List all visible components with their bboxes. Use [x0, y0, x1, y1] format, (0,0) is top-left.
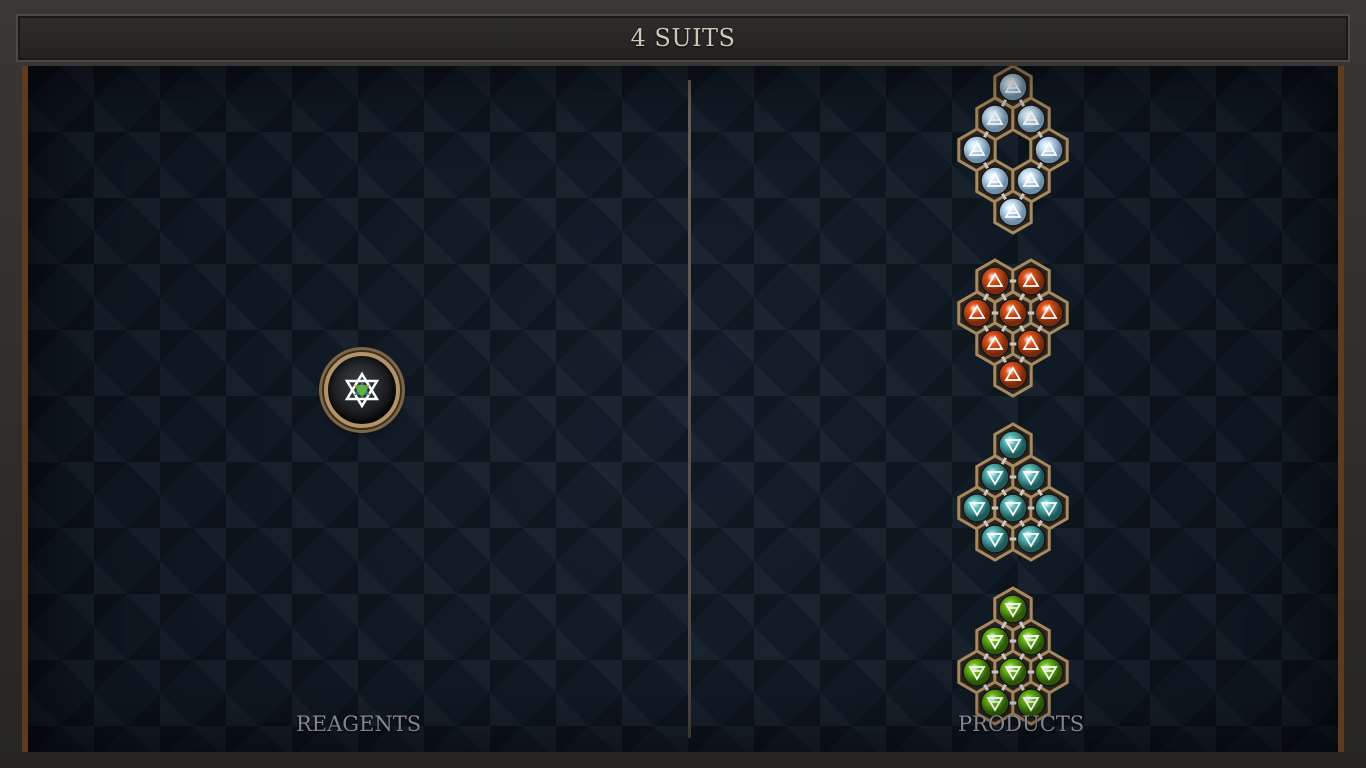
earth-atom [962, 657, 992, 687]
puzzle-board: REAGENTS PRODUCTS [22, 66, 1344, 752]
air-atom [980, 166, 1010, 196]
earth-atom [980, 626, 1010, 656]
products-label: PRODUCTS [958, 712, 1085, 736]
air-atom [998, 72, 1028, 102]
fire-atom [962, 298, 992, 328]
reagent-orb[interactable] [324, 352, 400, 428]
water-atom [1016, 462, 1046, 492]
earth-atom [998, 657, 1028, 687]
fire-atom [980, 266, 1010, 296]
puzzle-title: 4 SUITS [630, 24, 736, 52]
earth-atom [998, 594, 1028, 624]
air-atom [1034, 135, 1064, 165]
water-atom [1016, 524, 1046, 554]
air-molecule-graphic [957, 66, 1069, 235]
section-divider [688, 80, 691, 738]
fire-atom [980, 329, 1010, 359]
fire-atom [1034, 298, 1064, 328]
water-molecule-graphic [957, 422, 1069, 562]
reagents-label: REAGENTS [296, 712, 422, 736]
water-atom [998, 430, 1028, 460]
air-atom [998, 197, 1028, 227]
air-atom [980, 104, 1010, 134]
water-atom [1034, 493, 1064, 523]
star-of-david-icon [344, 371, 380, 409]
fire-atom [998, 360, 1028, 390]
title-bar: 4 SUITS [16, 14, 1350, 62]
fire-molecule-graphic [957, 258, 1069, 398]
fire-atom [1016, 329, 1046, 359]
product-molecule-water[interactable] [957, 422, 1069, 586]
water-atom [980, 524, 1010, 554]
fire-atom [998, 298, 1028, 328]
air-atom [1016, 166, 1046, 196]
water-atom [998, 493, 1028, 523]
air-atom [1016, 104, 1046, 134]
earth-atom [1016, 626, 1046, 656]
water-atom [980, 462, 1010, 492]
earth-atom [1034, 657, 1064, 687]
product-molecule-fire[interactable] [957, 258, 1069, 422]
water-atom [962, 493, 992, 523]
air-atom [962, 135, 992, 165]
fire-atom [1016, 266, 1046, 296]
product-molecule-air[interactable] [957, 66, 1069, 235]
